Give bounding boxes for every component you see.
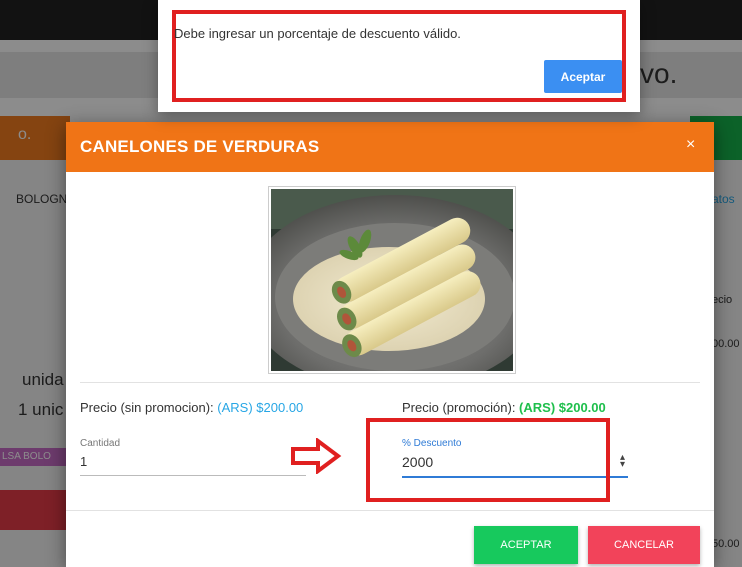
alert-message: Debe ingresar un porcentaje de descuento… — [174, 26, 461, 41]
canelones-photo — [245, 189, 545, 391]
stepper-icon[interactable]: ▴ ▾ — [620, 453, 625, 470]
quantity-field[interactable]: 1 — [80, 454, 87, 469]
product-image — [245, 186, 545, 391]
modal-header: CANELONES DE VERDURAS × — [66, 122, 714, 172]
cancel-button[interactable]: CANCELAR — [588, 526, 700, 564]
close-icon[interactable]: × — [686, 136, 695, 154]
modal-divider — [80, 382, 700, 383]
quantity-label: Cantidad — [80, 438, 121, 449]
modal-title: CANELONES DE VERDURAS — [80, 137, 320, 156]
quantity-underline — [80, 475, 306, 476]
price-without-promo: Precio (sin promocion): (ARS) $200.00 — [80, 400, 303, 415]
footer-divider — [66, 510, 714, 511]
price-promo-label: Precio (promoción): — [402, 400, 520, 415]
accept-button[interactable]: ACEPTAR — [474, 526, 578, 564]
alert-dialog: Debe ingresar un porcentaje de descuento… — [158, 0, 640, 112]
arrow-right-icon — [291, 438, 342, 474]
price-promo: Precio (promoción): (ARS) $200.00 — [402, 400, 606, 415]
price-without-promo-label: Precio (sin promocion): — [80, 400, 218, 415]
price-promo-value: (ARS) $200.00 — [519, 400, 606, 415]
discount-highlight-box — [366, 418, 610, 502]
price-without-promo-value: (ARS) $200.00 — [217, 400, 304, 415]
alert-accept-button[interactable]: Aceptar — [544, 60, 622, 93]
